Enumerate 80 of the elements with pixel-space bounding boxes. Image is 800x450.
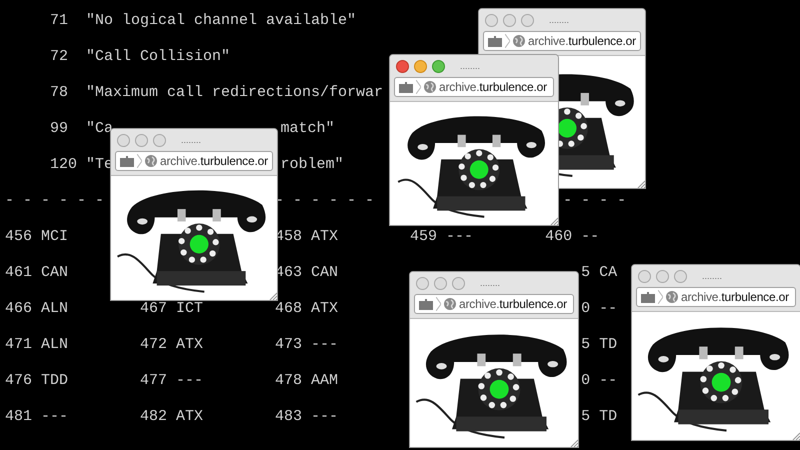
zoom-button[interactable] [674,270,687,282]
terminal-text: 5 CA [581,264,618,282]
close-button[interactable] [485,14,498,26]
terminal-text: 460 -- [545,228,600,246]
terminal-text: 481 --- [5,408,68,426]
terminal-text: 78 [50,84,68,102]
window-title: ........ [480,278,500,288]
minimize-button[interactable] [414,60,427,72]
window-title: ........ [181,136,202,144]
terminal-text: 459 --- [410,228,474,246]
terminal-text: 0 -- [581,300,618,318]
terminal-text: 72 [50,48,68,66]
window-title: ........ [549,16,570,24]
close-button[interactable] [117,134,130,146]
chevron-icon [658,290,663,304]
terminal-text: "Maximum call redirections/forwar [86,84,384,102]
terminal-text: 0 -- [581,372,618,390]
terminal-text: 456 MCI [5,228,68,246]
terminal-text: 483 --- [275,408,338,426]
terminal-text: 467 ICT [140,300,204,318]
terminal-text: 482 ATX [140,408,204,426]
close-button[interactable] [396,60,409,72]
terminal-text: 466 ALN [5,300,68,318]
terminal-text: roblem" [280,156,344,174]
terminal-text: match" [280,120,334,138]
url-field[interactable]: archive.turbulence.or [115,151,273,171]
window-title: ........ [460,62,480,70]
chevron-icon [416,80,421,94]
terminal-text: 478 AAM [275,372,338,390]
terminal-text: 5 TD [581,408,618,426]
terminal-text: 99 [50,120,68,138]
bookmarks-icon [399,82,413,92]
minimize-button[interactable] [656,270,669,282]
url-field[interactable]: archive.turbulence.or [414,294,574,314]
url-field[interactable]: archive.turbulence.or [394,77,554,97]
window-title: ........ [702,272,722,280]
resize-grip-icon[interactable] [570,439,578,447]
close-button[interactable] [638,270,651,282]
minimize-button[interactable] [135,134,148,146]
globe-icon [666,291,678,303]
terminal-text: - - - - [563,192,626,210]
resize-grip-icon[interactable] [550,217,558,225]
terminal-text: 476 TDD [5,372,68,390]
globe-icon [424,81,436,93]
terminal-text: 473 --- [275,336,338,354]
terminal-text: - - - - - - [5,192,104,210]
zoom-button[interactable] [153,134,166,146]
minimize-button[interactable] [434,276,447,290]
bookmarks-icon [419,298,433,310]
zoom-button[interactable] [521,14,534,26]
minimize-button[interactable] [503,14,516,26]
terminal-text: "No logical channel available" [86,12,356,30]
terminal-text: 468 ATX [275,300,338,318]
chevron-icon [436,297,441,311]
zoom-button[interactable] [452,276,465,290]
url-field[interactable]: archive.turbulence.or [636,287,796,307]
resize-grip-icon[interactable] [637,180,645,188]
url-field[interactable]: archive.turbulence.or [483,31,641,51]
terminal-text: 5 TD [581,336,618,354]
globe-icon [444,298,456,310]
resize-grip-icon[interactable] [792,432,800,440]
terminal-text: 471 ALN [5,336,68,354]
globe-icon [513,35,525,47]
terminal-text: 71 [50,12,68,30]
resize-grip-icon[interactable] [269,292,277,300]
terminal-text: "Call Collision" [86,48,230,66]
chevron-icon [137,154,142,168]
globe-icon [145,155,157,167]
terminal-text: 477 --- [140,372,204,390]
close-button[interactable] [416,276,429,290]
zoom-button[interactable] [432,60,445,72]
terminal-text: 461 CAN [5,264,68,282]
bookmarks-icon [488,36,502,46]
terminal-text: "Ca [86,120,114,138]
chevron-icon [505,34,510,48]
bookmarks-icon [641,292,655,302]
terminal-text: 472 ATX [140,336,204,354]
terminal-text: 120 [50,156,78,174]
bookmarks-icon [120,156,134,166]
terminal-text: 458 ATX [275,228,338,246]
